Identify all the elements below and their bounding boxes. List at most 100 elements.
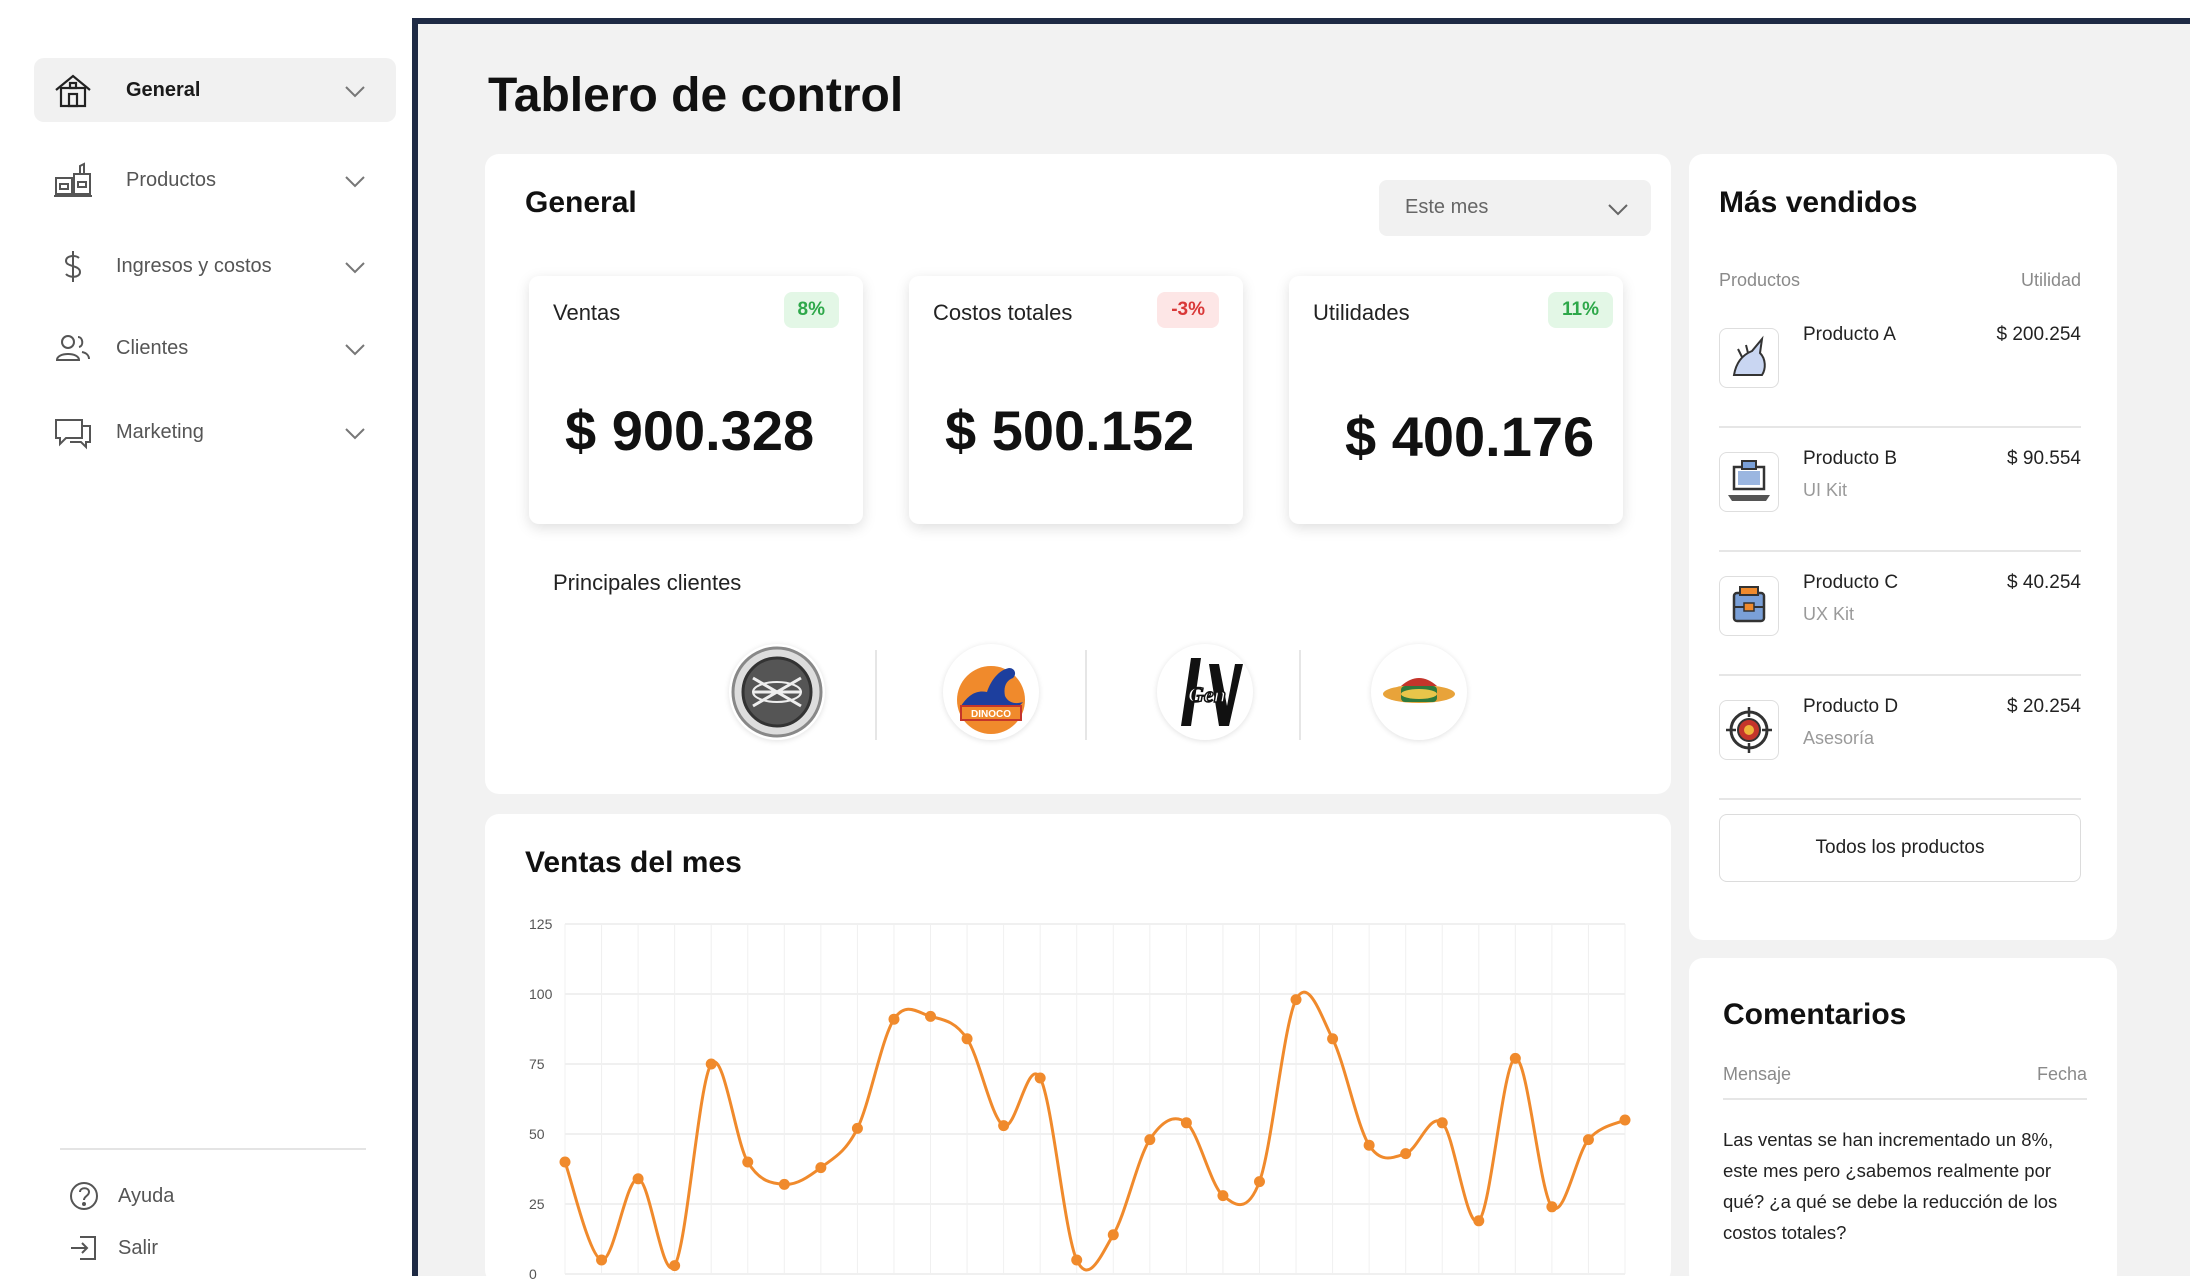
sidebar-item-marketing[interactable]: Marketing	[34, 400, 396, 464]
kpi-label: Costos totales	[933, 300, 1073, 325]
sidebar-item-label: General	[126, 78, 201, 101]
help-link[interactable]: Ayuda	[68, 1180, 174, 1212]
sales-data-point[interactable]	[925, 1010, 937, 1022]
product-row[interactable]: Producto C UX Kit $ 40.254	[1719, 552, 2081, 676]
sales-data-point[interactable]	[669, 1260, 681, 1272]
kpi-value: $ 900.328	[565, 399, 815, 462]
general-title: General	[525, 186, 637, 219]
chevron-down-icon	[345, 262, 365, 274]
product-name: Producto C	[1803, 572, 1899, 593]
product-subtitle: Asesoría	[1803, 728, 1875, 748]
sidebar-divider	[60, 1148, 366, 1150]
target-icon	[1719, 700, 1779, 760]
unicorn-icon	[1719, 328, 1779, 388]
sales-data-point[interactable]	[1253, 1176, 1265, 1188]
client-divider	[875, 650, 877, 740]
sales-data-point[interactable]	[961, 1033, 973, 1045]
client-logo-dinoco[interactable]: DINOCO	[943, 644, 1039, 740]
comments-panel: Comentarios Mensaje Fecha Las ventas se …	[1689, 958, 2117, 1288]
sales-data-point[interactable]	[742, 1156, 754, 1168]
y-tick-label: 75	[529, 1056, 545, 1072]
sales-series-line	[563, 990, 1626, 1272]
sales-data-point[interactable]	[1180, 1117, 1192, 1129]
sidebar-item-productos[interactable]: Productos	[34, 148, 396, 212]
product-name: Producto B	[1803, 448, 1897, 469]
help-icon	[70, 1182, 98, 1210]
sidebar-item-ingresos-costos[interactable]: Ingresos y costos	[34, 234, 396, 298]
sales-line-chart: 0 25 50 75 100 125	[529, 916, 1631, 1282]
kpi-card-utilidades: Utilidades 11% $ 400.176	[1289, 276, 1623, 524]
y-tick-label: 125	[529, 916, 553, 932]
y-tick-label: 25	[529, 1196, 545, 1212]
chevron-down-icon	[345, 428, 365, 440]
comments-divider	[1723, 1098, 2087, 1100]
sales-data-point[interactable]	[1436, 1117, 1448, 1129]
client-logo-ingen[interactable]: Gen	[1157, 644, 1253, 740]
col-head-product: Productos	[1719, 270, 1801, 290]
sales-data-point[interactable]	[1327, 1033, 1339, 1045]
help-label: Ayuda	[118, 1184, 175, 1207]
sales-data-point[interactable]	[1363, 1139, 1375, 1151]
sales-data-point[interactable]	[998, 1120, 1010, 1132]
sales-data-point[interactable]	[1144, 1134, 1156, 1146]
product-name: Producto A	[1803, 324, 1896, 345]
sales-data-point[interactable]	[1290, 994, 1302, 1006]
kpi-badge: 11%	[1548, 292, 1613, 328]
sales-data-point[interactable]	[632, 1173, 644, 1185]
sidebar-item-label: Clientes	[116, 336, 189, 359]
logout-icon	[71, 1236, 96, 1260]
factory-icon	[54, 162, 92, 197]
sales-data-point[interactable]	[596, 1254, 608, 1266]
sales-data-point[interactable]	[559, 1156, 571, 1168]
sidebar-item-label: Marketing	[116, 420, 204, 443]
product-row[interactable]: Producto B UI Kit $ 90.554	[1719, 428, 2081, 552]
kpi-value: $ 500.152	[945, 399, 1195, 462]
sales-data-point[interactable]	[1619, 1114, 1631, 1126]
sales-data-point[interactable]	[815, 1162, 827, 1174]
sales-data-point[interactable]	[705, 1058, 717, 1070]
col-head-profit: Utilidad	[2020, 270, 2081, 290]
product-subtitle: UI Kit	[1803, 480, 1848, 500]
sales-data-point[interactable]	[1107, 1229, 1119, 1241]
chat-icon	[55, 419, 91, 450]
sidebar: General Productos Ingresos y costos Clie…	[0, 0, 412, 1276]
sales-data-point[interactable]	[1217, 1190, 1229, 1202]
sales-data-point[interactable]	[778, 1178, 790, 1190]
kpi-badge: -3%	[1157, 292, 1219, 328]
sales-data-point[interactable]	[1034, 1072, 1046, 1084]
sales-data-point[interactable]	[1509, 1052, 1521, 1064]
product-row[interactable]: Producto A $ 200.254	[1719, 304, 2081, 428]
product-name: Producto D	[1803, 696, 1899, 717]
client-logo-mesh[interactable]	[729, 644, 825, 740]
all-products-button[interactable]: Todos los productos	[1719, 814, 2081, 882]
sales-data-point[interactable]	[1071, 1254, 1083, 1266]
logout-link[interactable]: Salir	[68, 1232, 158, 1264]
chevron-down-icon	[345, 86, 365, 98]
chevron-down-icon	[1608, 204, 1628, 216]
svg-text:Gen: Gen	[1188, 682, 1226, 707]
chevron-down-icon	[345, 344, 365, 356]
col-head-message: Mensaje	[1723, 1064, 1792, 1084]
logout-label: Salir	[118, 1236, 159, 1259]
sidebar-item-general[interactable]: General	[34, 58, 396, 122]
central-perk-logo-icon	[1383, 678, 1455, 703]
sidebar-item-clientes[interactable]: Clientes	[34, 316, 396, 380]
sales-chart-panel: Ventas del mes 0 25 50 75 100 125	[485, 814, 1671, 1284]
sales-data-point[interactable]	[1400, 1148, 1412, 1160]
sales-data-point[interactable]	[851, 1122, 863, 1134]
sales-data-point[interactable]	[1582, 1134, 1594, 1146]
dollar-icon	[64, 251, 82, 282]
product-price: $ 20.254	[2007, 696, 2081, 717]
kpi-card-costos: Costos totales -3% $ 500.152	[909, 276, 1243, 524]
sales-data-point[interactable]	[1546, 1201, 1558, 1213]
period-select[interactable]: Este mes	[1379, 180, 1651, 236]
sales-data-point[interactable]	[1473, 1215, 1485, 1227]
bestsellers-title: Más vendidos	[1719, 186, 1918, 219]
product-row[interactable]: Producto D Asesoría $ 20.254	[1719, 676, 2081, 800]
y-tick-label: 100	[529, 986, 553, 1002]
period-select-value: Este mes	[1405, 196, 1489, 218]
client-logo-central-perk[interactable]	[1371, 644, 1467, 740]
sidebar-item-label: Productos	[126, 168, 217, 191]
sales-data-point[interactable]	[888, 1013, 900, 1025]
y-tick-label: 50	[529, 1126, 545, 1142]
